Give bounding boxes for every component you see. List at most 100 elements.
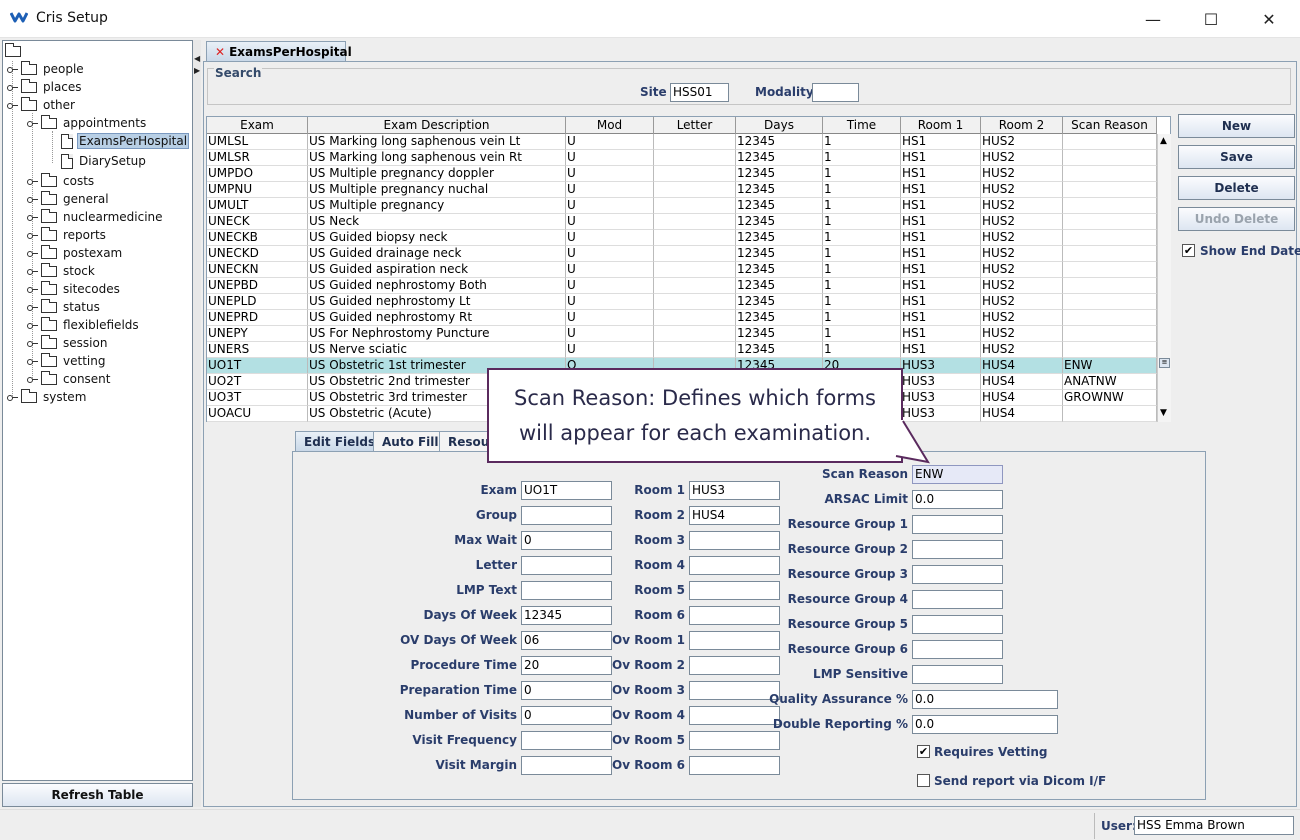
column-header[interactable]: Time	[823, 117, 901, 134]
tree-expander-icon[interactable]	[27, 230, 38, 240]
field-input[interactable]: 20	[521, 656, 612, 675]
minimize-button[interactable]: —	[1124, 0, 1182, 38]
field-input[interactable]	[521, 506, 612, 525]
tree-expander-icon[interactable]	[27, 284, 38, 294]
field-input[interactable]	[689, 631, 780, 650]
field-input[interactable]: HUS4	[689, 506, 780, 525]
delete-button[interactable]: Delete	[1178, 176, 1295, 200]
field-input[interactable]	[521, 756, 612, 775]
table-row[interactable]: UMLSL US Marking long saphenous vein Lt U 1…	[207, 134, 1157, 150]
table-row[interactable]: UNECKN US Guided aspiration neck U 12345 1 HS…	[207, 262, 1157, 278]
tree-item[interactable]: vetting	[27, 352, 107, 370]
field-input[interactable]	[912, 540, 1003, 559]
field-input[interactable]: HUS3	[689, 481, 780, 500]
field-input[interactable]: 0.0	[912, 715, 1058, 734]
field-input[interactable]	[689, 531, 780, 550]
tree-item[interactable]: stock	[27, 262, 97, 280]
field-input[interactable]	[689, 556, 780, 575]
field-input[interactable]: 0	[521, 681, 612, 700]
field-input[interactable]	[689, 756, 780, 775]
field-input[interactable]	[912, 640, 1003, 659]
tree-item[interactable]: consent	[27, 370, 113, 388]
field-input[interactable]: 0	[521, 531, 612, 550]
table-row[interactable]: UNERS US Nerve sciatic U 12345 1 HS1 HUS2	[207, 342, 1157, 358]
table-row[interactable]: UMPNU US Multiple pregnancy nuchal U 12345 1…	[207, 182, 1157, 198]
tree-expander-icon[interactable]	[7, 82, 18, 92]
tree-expander-icon[interactable]	[7, 392, 18, 402]
column-header[interactable]: Mod	[566, 117, 654, 134]
scroll-up-icon[interactable]: ▲	[1160, 136, 1167, 146]
maximize-button[interactable]: ☐	[1182, 0, 1240, 38]
tree-expander-icon[interactable]	[27, 302, 38, 312]
tree-item[interactable]: places	[7, 78, 84, 96]
close-window-button[interactable]: ✕	[1240, 0, 1298, 38]
field-input[interactable]	[521, 731, 612, 750]
column-header[interactable]: Scan Reason	[1063, 117, 1157, 134]
table-row[interactable]: UMPDO US Multiple pregnancy doppler U 12345…	[207, 166, 1157, 182]
tree-item[interactable]: flexiblefields	[27, 316, 141, 334]
column-header[interactable]: Room 2	[981, 117, 1063, 134]
field-input[interactable]	[689, 606, 780, 625]
tree-item[interactable]: sitecodes	[27, 280, 122, 298]
tree-item[interactable]: reports	[27, 226, 108, 244]
tree-expander-icon[interactable]	[27, 356, 38, 366]
tree-item[interactable]: general	[27, 190, 111, 208]
field-input[interactable]	[912, 665, 1003, 684]
scroll-thumb[interactable]: ≡	[1159, 358, 1170, 368]
table-row[interactable]: UMULT US Multiple pregnancy U 12345 1 HS1 HUS2	[207, 198, 1157, 214]
tree-expander-icon[interactable]	[27, 374, 38, 384]
tab-close-icon[interactable]: ✕	[215, 45, 225, 59]
tree-expander-icon[interactable]	[27, 338, 38, 348]
undo-delete-button[interactable]: Undo Delete	[1178, 207, 1295, 231]
tree-expander-icon[interactable]	[7, 100, 18, 110]
tree-item[interactable]: postexam	[27, 244, 124, 262]
field-input[interactable]: 12345	[521, 606, 612, 625]
tree-expander-icon[interactable]	[27, 248, 38, 258]
navigation-tree[interactable]: people places other appointments ExamsPerHos…	[2, 40, 193, 781]
collapse-right-icon[interactable]: ▶	[194, 66, 200, 75]
scroll-down-icon[interactable]: ▼	[1160, 408, 1167, 418]
tree-expander-icon[interactable]	[27, 320, 38, 330]
field-input[interactable]: 06	[521, 631, 612, 650]
refresh-table-button[interactable]: Refresh Table	[2, 783, 193, 807]
column-header[interactable]: Exam	[207, 117, 308, 134]
tab-edit-fields[interactable]: Edit Fields	[295, 431, 385, 451]
tree-item[interactable]: appointments	[27, 114, 148, 132]
table-row[interactable]: UNECKB US Guided biopsy neck U 12345 1 HS1 HUS…	[207, 230, 1157, 246]
tree-expander-icon[interactable]	[27, 118, 38, 128]
field-input[interactable]	[689, 581, 780, 600]
modality-input[interactable]	[812, 83, 859, 102]
table-row[interactable]: UNEPRD US Guided nephrostomy Rt U 12345 1 HS1…	[207, 310, 1157, 326]
requires-vetting-checkbox[interactable]: ✔	[917, 745, 930, 758]
tree-item[interactable]: session	[27, 334, 109, 352]
new-button[interactable]: New	[1178, 114, 1295, 138]
tree-expander-icon[interactable]	[27, 176, 38, 186]
site-input[interactable]: HSS01	[670, 83, 729, 102]
field-input[interactable]	[912, 615, 1003, 634]
tab-auto-fill[interactable]: Auto Fill	[373, 431, 448, 451]
send-report-checkbox[interactable]	[917, 774, 930, 787]
table-row[interactable]: UNEPBD US Guided nephrostomy Both U 12345 1 H…	[207, 278, 1157, 294]
tree-item[interactable]: nuclearmedicine	[27, 208, 165, 226]
field-input[interactable]: 0.0	[912, 690, 1058, 709]
tree-expander-icon[interactable]	[27, 212, 38, 222]
tab-exams-per-hospital[interactable]: ✕ ExamsPerHospital	[206, 41, 352, 61]
column-header[interactable]: Exam Description	[308, 117, 566, 134]
field-input[interactable]	[689, 681, 780, 700]
tree-item[interactable]: people	[7, 60, 86, 78]
splitter[interactable]: ◀ ▶	[193, 40, 201, 807]
tree-item[interactable]: other	[7, 96, 77, 114]
field-input[interactable]: 0	[521, 706, 612, 725]
field-input[interactable]	[521, 556, 612, 575]
table-row[interactable]: UMLSR US Marking long saphenous vein Rt U 1…	[207, 150, 1157, 166]
field-input[interactable]	[689, 731, 780, 750]
table-row[interactable]: UNEPLD US Guided nephrostomy Lt U 12345 1 HS1…	[207, 294, 1157, 310]
tree-root[interactable]	[5, 42, 25, 60]
tree-item[interactable]: DiarySetup	[47, 152, 148, 170]
column-header[interactable]: Room 1	[901, 117, 981, 134]
field-input[interactable]: UO1T	[521, 481, 612, 500]
tree-expander-icon[interactable]	[27, 194, 38, 204]
table-row[interactable]: UNEPY US For Nephrostomy Puncture U 12345 1 H…	[207, 326, 1157, 342]
column-header[interactable]: Letter	[654, 117, 736, 134]
field-input[interactable]	[521, 581, 612, 600]
